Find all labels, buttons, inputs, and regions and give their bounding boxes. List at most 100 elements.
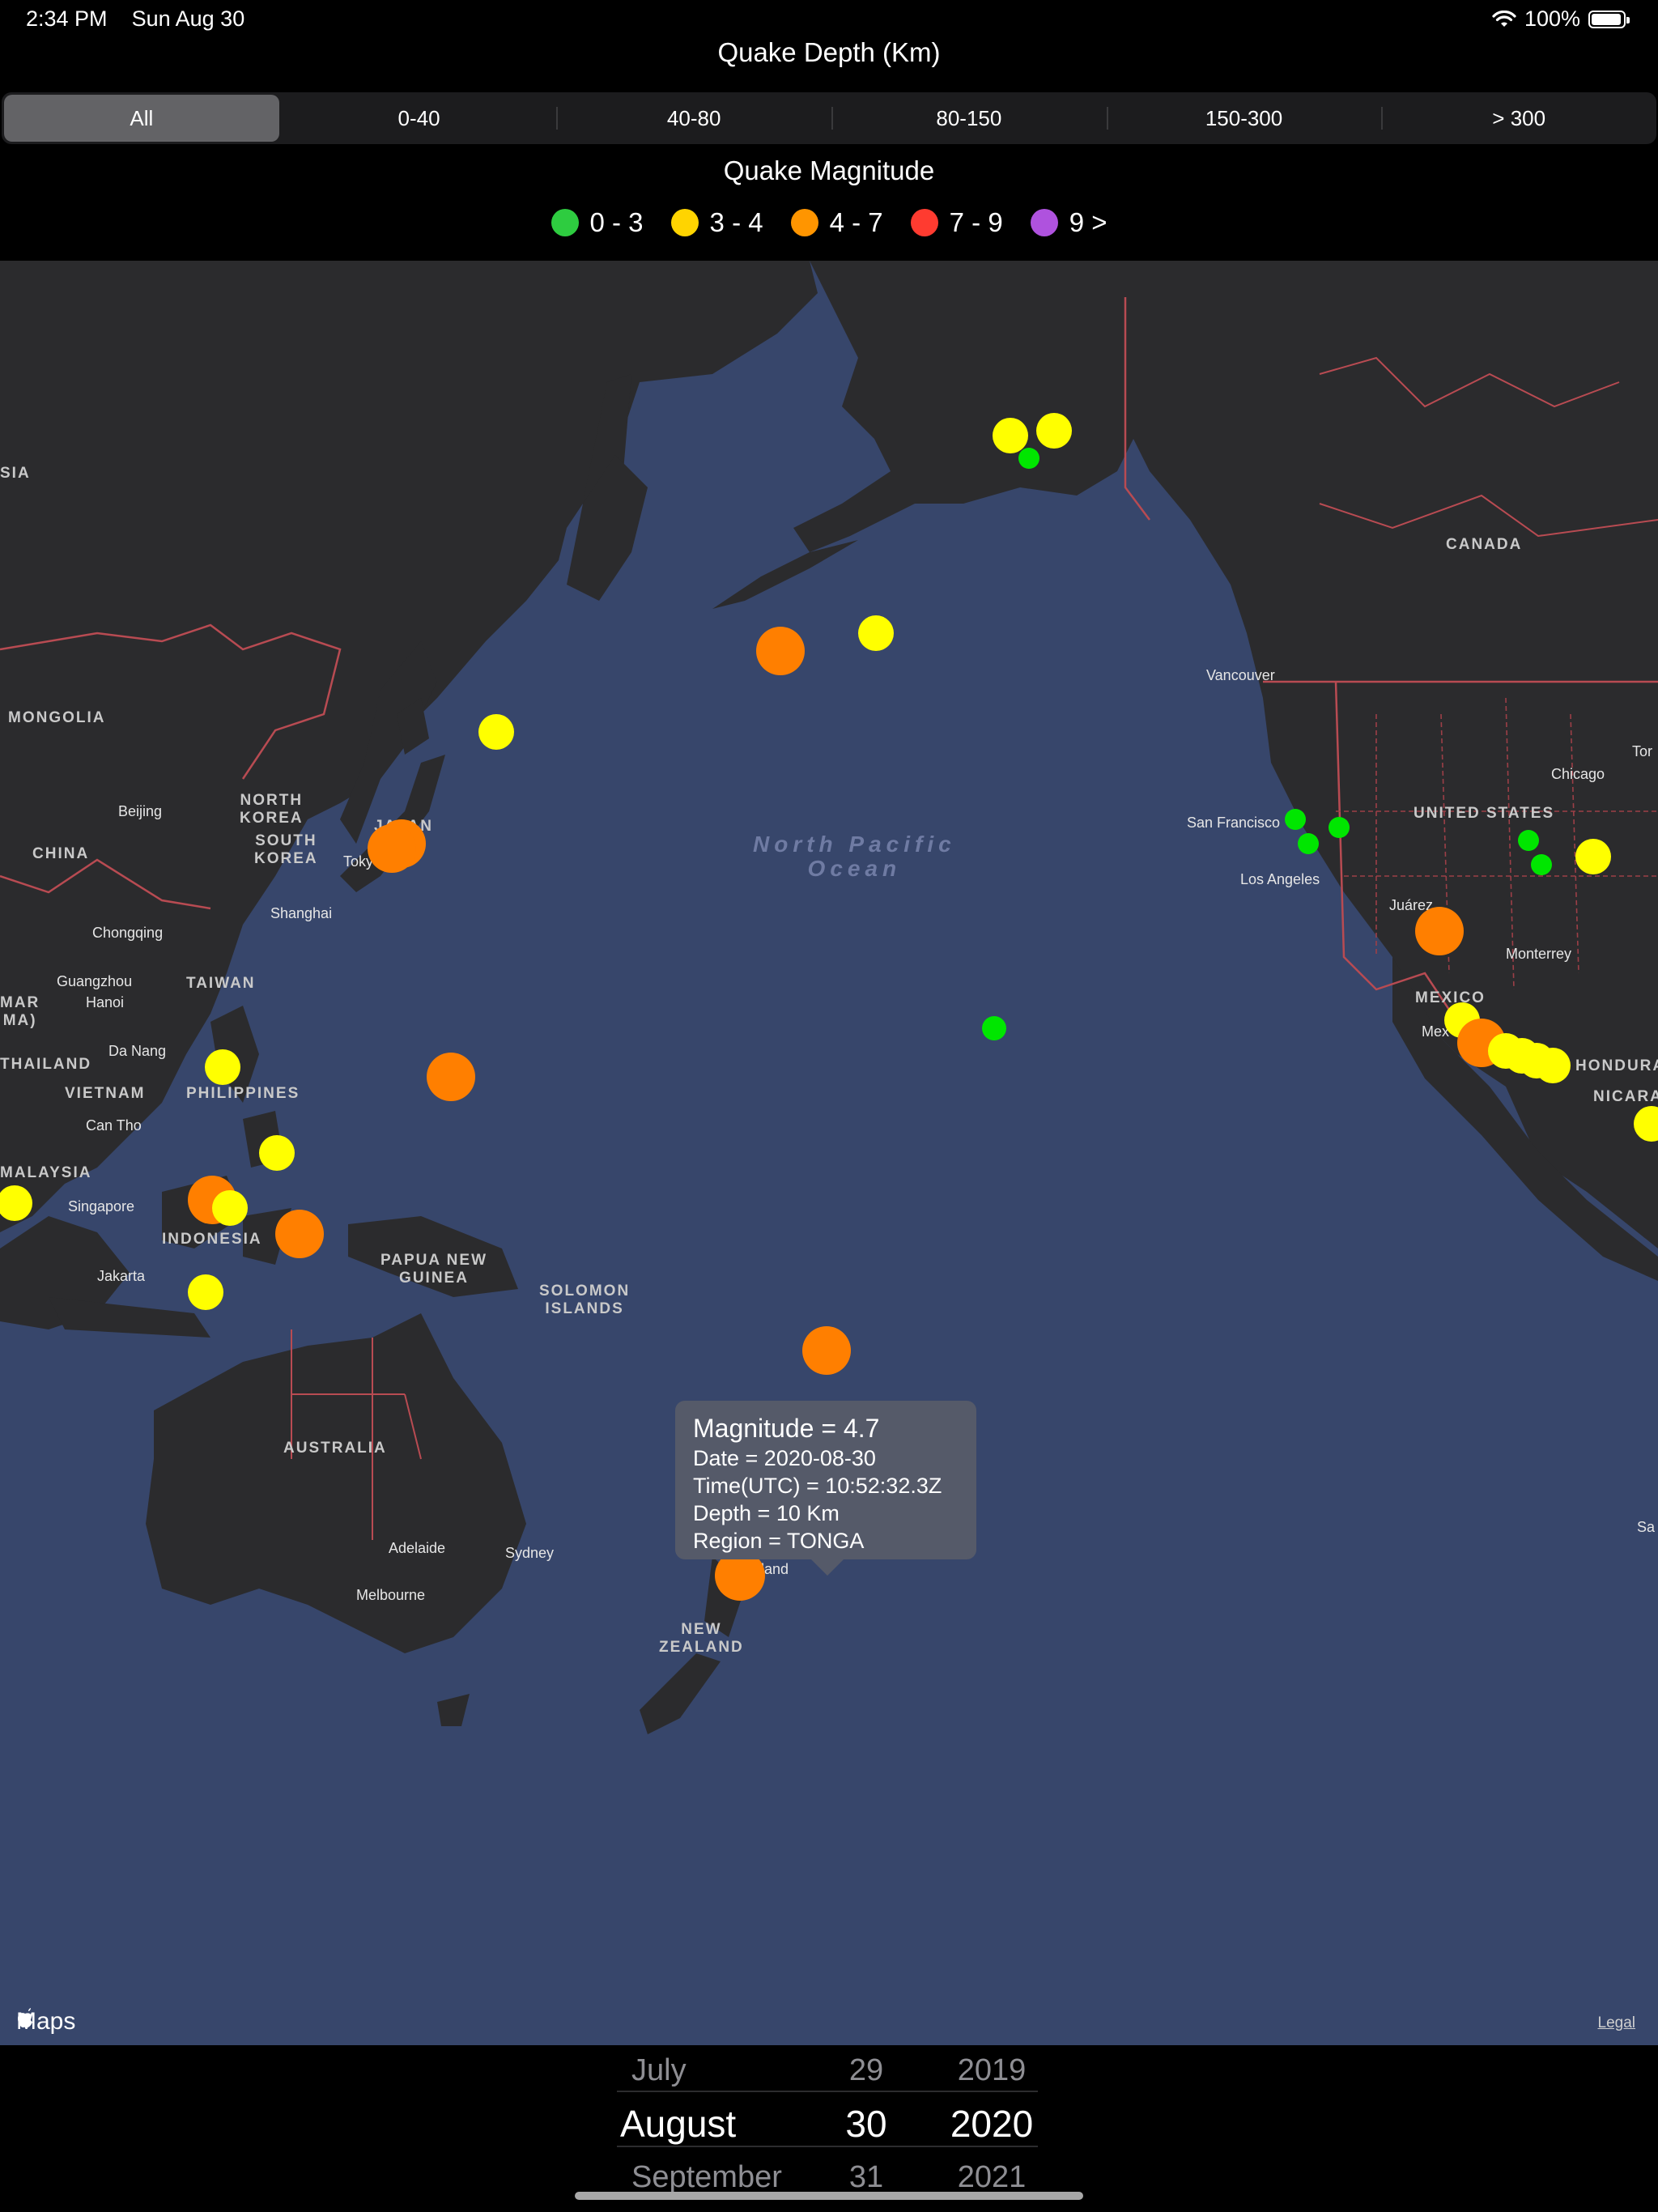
- quake-map[interactable]: North Pacific Ocean SIA MONGOLIA CHINA N…: [0, 261, 1658, 2045]
- segment-40-80[interactable]: 40-80: [556, 92, 831, 144]
- quake-marker-yellow[interactable]: [858, 615, 894, 651]
- country-label-malaysia: MALAYSIA: [0, 1164, 92, 1181]
- country-label-solomon-islands: SOLOMON ISLANDS: [539, 1283, 630, 1318]
- quake-marker-orange[interactable]: [275, 1210, 324, 1258]
- quake-marker-yellow[interactable]: [478, 714, 514, 750]
- quake-marker-green[interactable]: [982, 1016, 1006, 1040]
- country-label-north-korea: NORTH KOREA: [240, 792, 304, 827]
- legend-item-4-7: 4 - 7: [790, 207, 883, 238]
- city-label-da-nang: Da Nang: [108, 1043, 167, 1059]
- quake-marker-yellow[interactable]: [1535, 1048, 1571, 1083]
- legal-link[interactable]: Legal: [1598, 2014, 1636, 2032]
- status-bar: 2:34 PM Sun Aug 30 100%: [0, 0, 1658, 40]
- home-indicator[interactable]: [575, 2192, 1083, 2200]
- orange-dot-icon: [790, 209, 818, 236]
- city-label-sydney: Sydney: [505, 1545, 555, 1561]
- quake-marker-yellow[interactable]: [1575, 839, 1611, 874]
- country-label-nicaragua: NICARA: [1593, 1088, 1658, 1105]
- segment-0-40[interactable]: 0-40: [282, 92, 557, 144]
- segment-all[interactable]: All: [4, 95, 279, 142]
- label-line: MAR: [0, 994, 40, 1011]
- quake-marker-orange[interactable]: [427, 1053, 475, 1101]
- quake-marker-green[interactable]: [1518, 830, 1539, 851]
- picker-day-column[interactable]: 29 30 31: [826, 2045, 907, 2202]
- picker-year-prev[interactable]: 2019: [931, 2045, 1052, 2095]
- quake-marker-green[interactable]: [1018, 448, 1039, 469]
- segment-over-300[interactable]: > 300: [1381, 92, 1656, 144]
- label-line: GUINEA: [399, 1270, 469, 1287]
- purple-dot-icon: [1030, 209, 1058, 236]
- yellow-dot-icon: [670, 209, 699, 236]
- city-label-toronto: Tor: [1632, 743, 1653, 759]
- country-label-mongolia: MONGOLIA: [8, 709, 106, 726]
- quake-marker-yellow[interactable]: [188, 1274, 223, 1310]
- city-label-can-tho: Can Tho: [86, 1117, 142, 1134]
- city-label-singapore: Singapore: [68, 1198, 135, 1214]
- picker-year-column[interactable]: 2019 2020 2021: [931, 2045, 1052, 2202]
- date-picker[interactable]: July August September 29 30 31 2019 2020…: [0, 2045, 1658, 2212]
- status-date: Sun Aug 30: [131, 6, 245, 31]
- city-label-sa: Sa: [1637, 1519, 1656, 1535]
- picker-day-prev[interactable]: 29: [826, 2045, 907, 2095]
- country-label-united-states: UNITED STATES: [1414, 805, 1555, 822]
- city-label-beijing: Beijing: [118, 803, 163, 819]
- status-time: 2:34 PM Sun Aug 30: [26, 6, 244, 32]
- quake-marker-green[interactable]: [1298, 833, 1319, 854]
- label-line: MA): [2, 1012, 37, 1029]
- quake-marker-green[interactable]: [1285, 809, 1306, 830]
- ocean-label: North Pacific Ocean: [753, 832, 956, 881]
- label-line: PAPUA NEW: [380, 1252, 487, 1269]
- apple-icon: [18, 2008, 32, 2028]
- country-label-canada: CANADA: [1446, 536, 1523, 553]
- quake-marker-green[interactable]: [1329, 817, 1350, 838]
- depth-segmented-control[interactable]: All 0-40 40-80 80-150 150-300 > 300: [2, 92, 1656, 144]
- city-label-san-francisco: San Francisco: [1187, 815, 1281, 831]
- segment-150-300[interactable]: 150-300: [1106, 92, 1382, 144]
- city-label-monterrey: Monterrey: [1506, 946, 1572, 962]
- map-landmass: [0, 261, 1658, 1734]
- callout-time: Time(UTC) = 10:52:32.3Z: [693, 1474, 942, 1498]
- legend-item-7-9: 7 - 9: [910, 207, 1003, 238]
- quake-marker-orange[interactable]: [756, 627, 805, 675]
- picker-month-selected[interactable]: August: [599, 2095, 826, 2152]
- segment-80-150[interactable]: 80-150: [831, 92, 1107, 144]
- country-label-philippines: PHILIPPINES: [186, 1085, 300, 1102]
- city-label-adelaide: Adelaide: [389, 1540, 446, 1556]
- country-label-china: CHINA: [32, 845, 90, 862]
- label-line: NEW: [681, 1621, 722, 1638]
- picker-year-selected[interactable]: 2020: [931, 2095, 1052, 2152]
- quake-marker-yellow[interactable]: [212, 1190, 248, 1226]
- picker-month-prev[interactable]: July: [599, 2045, 826, 2095]
- label-line: NORTH: [240, 792, 304, 809]
- callout-depth: Depth = 10 Km: [693, 1501, 840, 1525]
- legend-item-0-3: 0 - 3: [551, 207, 644, 238]
- apple-maps-logo: Maps: [16, 2008, 75, 2035]
- quake-marker-yellow[interactable]: [993, 418, 1028, 453]
- quake-callout[interactable]: Magnitude = 4.7 Date = 2020-08-30 Time(U…: [675, 1401, 976, 1576]
- quake-marker-orange[interactable]: [368, 824, 416, 873]
- ocean-label-line2: Ocean: [807, 856, 902, 881]
- city-label-hanoi: Hanoi: [86, 994, 125, 1010]
- quake-marker-yellow[interactable]: [259, 1135, 295, 1171]
- legend-label: 7 - 9: [949, 207, 1003, 237]
- city-label-chongqing: Chongqing: [92, 925, 164, 941]
- quake-marker-yellow[interactable]: [1036, 413, 1072, 449]
- city-label-chicago: Chicago: [1551, 766, 1605, 782]
- quake-marker-orange[interactable]: [1415, 907, 1464, 955]
- picker-day-selected[interactable]: 30: [826, 2095, 907, 2152]
- picker-month-column[interactable]: July August September: [599, 2045, 826, 2202]
- quake-marker-orange-selected[interactable]: [802, 1326, 851, 1375]
- country-label-honduras: HONDURA: [1575, 1057, 1658, 1074]
- country-label-mexico: MEXICO: [1415, 989, 1486, 1006]
- quake-marker-green[interactable]: [1531, 854, 1552, 875]
- legend-label: 4 - 7: [829, 207, 883, 237]
- label-line: SOLOMON: [539, 1283, 631, 1300]
- city-label-shanghai: Shanghai: [270, 905, 333, 921]
- label-line: SOUTH: [255, 832, 317, 849]
- country-label-australia: AUSTRALIA: [283, 1440, 387, 1457]
- country-label-papua-new-guinea: PAPUA NEW GUINEA: [380, 1252, 487, 1287]
- city-label-vancouver: Vancouver: [1206, 667, 1275, 683]
- country-label-thailand: THAILAND: [0, 1056, 92, 1073]
- quake-marker-yellow[interactable]: [205, 1049, 240, 1085]
- magnitude-title: Quake Magnitude: [723, 155, 935, 185]
